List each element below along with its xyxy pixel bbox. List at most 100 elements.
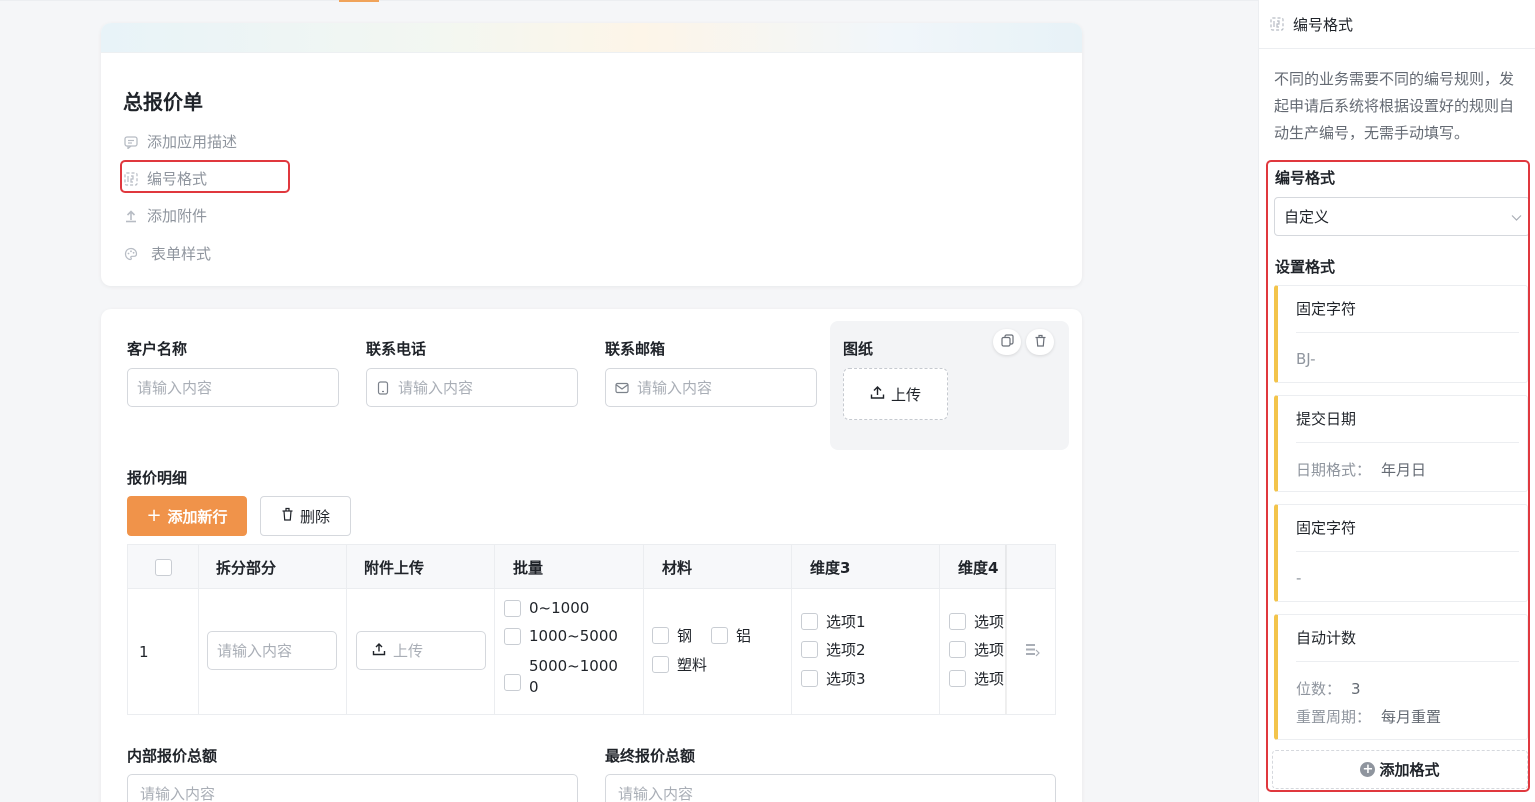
- checkbox[interactable]: [711, 627, 728, 644]
- batch-option-label: 1000~5000: [529, 627, 618, 645]
- email-input[interactable]: 请输入内容: [605, 368, 817, 407]
- add-description-link[interactable]: 添加应用描述: [123, 131, 237, 152]
- delete-field-button[interactable]: [1026, 329, 1054, 355]
- column-header: 材料: [644, 545, 792, 589]
- add-row-label: 添加新行: [167, 507, 228, 526]
- trash-icon: [281, 507, 294, 525]
- checkbox[interactable]: [504, 599, 521, 617]
- format-settings-highlight: [1266, 160, 1530, 792]
- checkbox[interactable]: [652, 627, 669, 644]
- page-title: 总报价单: [123, 90, 203, 114]
- upload-icon: [372, 642, 386, 660]
- material-cell: 钢 铝 塑料: [644, 589, 792, 714]
- plus-icon: +: [146, 505, 162, 526]
- dimension4-option[interactable]: 选项: [949, 639, 1004, 660]
- phone-input[interactable]: 请输入内容: [366, 368, 578, 407]
- trash-icon: [1034, 334, 1047, 351]
- active-tab-indicator: [339, 0, 379, 2]
- material-option[interactable]: 钢: [652, 625, 692, 646]
- material-option-label: 钢: [677, 627, 693, 645]
- internal-total-input[interactable]: 请输入内容: [127, 774, 578, 802]
- material-option-label: 塑料: [677, 656, 708, 674]
- batch-option[interactable]: 5000~1000 0: [504, 656, 618, 698]
- checkbox[interactable]: [949, 670, 966, 687]
- row-actions-header: [1007, 545, 1055, 589]
- checkbox[interactable]: [652, 656, 669, 673]
- batch-option[interactable]: 0~1000: [504, 599, 589, 617]
- batch-option-line: 0: [529, 678, 539, 696]
- quote-detail-label: 报价明细: [127, 469, 188, 487]
- column-header: 维度3: [792, 545, 940, 589]
- dimension4-option[interactable]: 选项: [949, 611, 1004, 632]
- select-all-checkbox[interactable]: [154, 558, 172, 576]
- attachment-cell: 上传: [347, 589, 495, 714]
- drawing-label: 图纸: [843, 340, 874, 358]
- row-actions-column: [1007, 545, 1055, 714]
- checkbox[interactable]: [801, 613, 818, 630]
- dimension3-option[interactable]: 选项1: [801, 611, 866, 632]
- checkbox[interactable]: [504, 627, 521, 645]
- email-placeholder: 请输入内容: [637, 379, 713, 397]
- email-label: 联系邮箱: [605, 340, 666, 358]
- dimension3-option[interactable]: 选项3: [801, 668, 866, 689]
- checkbox[interactable]: [949, 641, 966, 658]
- copy-button[interactable]: [993, 329, 1021, 355]
- split-cell: 请输入内容: [199, 589, 347, 714]
- checkbox[interactable]: [504, 673, 521, 691]
- split-part-placeholder: 请输入内容: [217, 642, 293, 660]
- batch-option[interactable]: 1000~5000: [504, 627, 618, 645]
- delete-row-label: 删除: [299, 507, 330, 526]
- add-attachment-label: 添加附件: [147, 207, 208, 225]
- row-edit-icon[interactable]: [1025, 642, 1040, 661]
- panel-header: 编号格式: [1259, 0, 1535, 49]
- add-attachment-link[interactable]: 添加附件: [123, 205, 207, 226]
- quote-detail-table: 拆分部分 附件上传 批量 材料 维度3 维度4 1 请输入内容 上传 0~100…: [127, 544, 1056, 715]
- comment-icon: [123, 134, 139, 150]
- final-total-input[interactable]: 请输入内容: [605, 774, 1056, 802]
- panel-description: 不同的业务需要不同的编号规则，发起申请后系统将根据设置好的规则自动生产编号，无需…: [1274, 70, 1515, 142]
- dimension4-option-label: 选项: [974, 641, 1005, 659]
- phone-placeholder: 请输入内容: [398, 379, 474, 397]
- row-upload-button[interactable]: 上传: [356, 631, 486, 670]
- form-style-link[interactable]: 表单样式: [123, 243, 211, 264]
- drawing-field: 图纸 上传: [830, 321, 1069, 450]
- row-index-cell: 1: [128, 589, 199, 714]
- dimension4-option-label: 选项: [974, 613, 1005, 631]
- column-header: 批量: [495, 545, 644, 589]
- top-divider: [0, 0, 1258, 1]
- panel-title: 编号格式: [1293, 15, 1354, 34]
- dimension3-option[interactable]: 选项2: [801, 639, 866, 660]
- batch-option-label: 0~1000: [529, 599, 590, 617]
- checkbox[interactable]: [801, 641, 818, 658]
- checkbox[interactable]: [949, 613, 966, 630]
- batch-option-label: 5000~1000 0: [529, 656, 618, 698]
- material-option[interactable]: 铝: [711, 625, 751, 646]
- internal-total-placeholder: 请输入内容: [140, 785, 216, 802]
- dimension3-cell: 选项1 选项2 选项3: [792, 589, 940, 714]
- palette-icon: [123, 246, 139, 262]
- drawing-upload-label: 上传: [890, 385, 921, 404]
- form-header-card: 总报价单 添加应用描述 编号格式 添加附件 表单样式: [101, 23, 1082, 286]
- customer-name-placeholder: 请输入内容: [137, 379, 213, 397]
- final-total-label: 最终报价总额: [605, 747, 696, 765]
- delete-row-button[interactable]: 删除: [260, 496, 351, 536]
- form-body-card: 客户名称 请输入内容 联系电话 请输入内容 联系邮箱 请输入内容 图纸 上传 报…: [101, 309, 1082, 802]
- material-option[interactable]: 塑料: [652, 654, 707, 675]
- final-total-placeholder: 请输入内容: [618, 785, 694, 802]
- number-format-icon: [1270, 17, 1284, 31]
- upload-icon: [870, 385, 885, 404]
- copy-icon: [1000, 333, 1014, 351]
- phone-label: 联系电话: [366, 340, 427, 358]
- number-format-panel: 编号格式 不同的业务需要不同的编号规则，发起申请后系统将根据设置好的规则自动生产…: [1258, 0, 1535, 802]
- mail-icon: [615, 381, 629, 395]
- checkbox[interactable]: [801, 670, 818, 687]
- drawing-upload-button[interactable]: 上传: [843, 368, 948, 420]
- dimension4-option-label: 选项: [974, 670, 1005, 688]
- add-row-button[interactable]: + 添加新行: [127, 496, 247, 536]
- dimension3-option-label: 选项2: [826, 641, 866, 659]
- dimension4-option[interactable]: 选项: [949, 668, 1004, 689]
- internal-total-label: 内部报价总额: [127, 747, 218, 765]
- column-header: 附件上传: [347, 545, 495, 589]
- customer-name-input[interactable]: 请输入内容: [127, 368, 339, 407]
- split-part-input[interactable]: 请输入内容: [207, 631, 337, 670]
